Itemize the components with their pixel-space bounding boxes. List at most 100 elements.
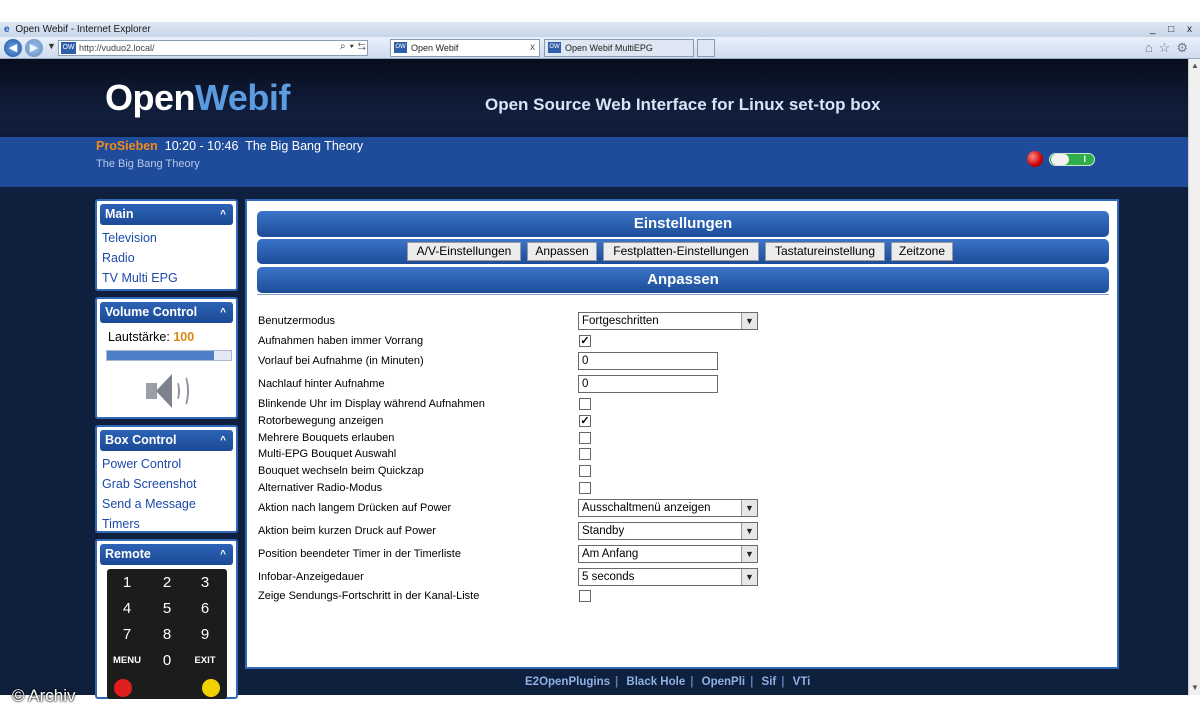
scroll-down-icon[interactable]: ▼ (1190, 683, 1200, 693)
remote-key-1[interactable]: 1 (109, 571, 145, 595)
power-long-select[interactable]: Ausschaltmenü anzeigen ▼ (578, 499, 758, 517)
address-tools[interactable]: ⌕▾⇆ (340, 41, 370, 52)
now-title: The Big Bang Theory (245, 139, 364, 153)
forward-icon[interactable]: ▶ (25, 39, 43, 57)
chevron-up-icon[interactable]: ^ (220, 430, 226, 451)
tab-festplatten[interactable]: Festplatten-Einstellungen (603, 242, 759, 261)
sidebar-item-tv-multi-epg[interactable]: TV Multi EPG (97, 268, 236, 288)
settings-tabs: A/V-Einstellungen Anpassen Festplatten-E… (257, 239, 1109, 264)
section-title: Anpassen (257, 267, 1109, 293)
browser-tab-1[interactable]: OW Open Webif x (390, 39, 540, 57)
box-title: Box Control (105, 433, 177, 447)
vorlauf-input[interactable]: 0 (578, 352, 718, 370)
speaker-icon[interactable] (143, 371, 191, 411)
remote-key-6[interactable]: 6 (187, 597, 223, 621)
window-controls[interactable]: _ □ x (1150, 22, 1197, 37)
sidebar-item-send-message[interactable]: Send a Message (97, 494, 236, 514)
browser-tab-2[interactable]: OW Open Webif MultiEPG (544, 39, 694, 57)
footer-link-black-hole[interactable]: Black Hole (626, 676, 685, 688)
sidebar-item-grab-screenshot[interactable]: Grab Screenshot (97, 474, 236, 494)
volume-box-header[interactable]: Volume Control ^ (100, 302, 233, 323)
timer-position-select[interactable]: Am Anfang ▼ (578, 545, 758, 563)
rotorbewegung-checkbox[interactable]: ✓ (579, 415, 591, 427)
remote-box: Remote ^ 1 2 3 4 5 6 7 8 9 MENU 0 EXIT (95, 539, 238, 699)
logo[interactable]: OpenWebif (105, 77, 290, 119)
browser-tools-icons[interactable]: ⌂☆⚙ (1145, 40, 1194, 56)
nachlauf-input[interactable]: 0 (578, 375, 718, 393)
scroll-up-icon[interactable]: ▲ (1190, 61, 1200, 71)
main-box-header[interactable]: Main ^ (100, 204, 233, 225)
chevron-down-icon[interactable]: ▼ (741, 500, 757, 516)
sendungs-fortschritt-checkbox[interactable] (579, 590, 591, 602)
browser-tab-label: Open Webif MultiEPG (565, 43, 653, 53)
toggle-mark: I (1083, 154, 1086, 164)
volume-label-text: Lautstärke: (108, 330, 170, 344)
chevron-down-icon[interactable]: ▼ (741, 569, 757, 585)
chevron-up-icon[interactable]: ^ (220, 204, 226, 225)
remote-key-7[interactable]: 7 (109, 623, 145, 647)
back-icon[interactable]: ◀ (4, 39, 22, 57)
chevron-down-icon[interactable]: ▼ (741, 546, 757, 562)
remote-key-9[interactable]: 9 (187, 623, 223, 647)
sidebar-item-timers[interactable]: Timers (97, 514, 236, 534)
sidebar-item-television[interactable]: Television (97, 228, 236, 248)
sidebar: Main ^ Television Radio TV Multi EPG Volu… (95, 199, 238, 699)
radio-modus-checkbox[interactable] (579, 482, 591, 494)
box-title: Volume Control (105, 305, 198, 319)
footer-link-openpli[interactable]: OpenPli (702, 676, 745, 688)
logo-text-webif: Webif (195, 77, 290, 118)
ie-logo-icon: e (4, 24, 10, 35)
tagline: Open Source Web Interface for Linux set-… (485, 95, 881, 114)
footer-link-e2openplugins[interactable]: E2OpenPlugins (525, 676, 610, 688)
infobar-duration-select[interactable]: 5 seconds ▼ (578, 568, 758, 586)
tab-anpassen[interactable]: Anpassen (527, 242, 597, 261)
address-bar[interactable]: OW http://vuduo2.local/ (58, 40, 368, 56)
settings-panel: Einstellungen A/V-Einstellungen Anpassen… (245, 199, 1119, 669)
setting-label: Mehrere Bouquets erlauben (258, 432, 395, 444)
remote-key-3[interactable]: 3 (187, 571, 223, 595)
box-control-header[interactable]: Box Control ^ (100, 430, 233, 451)
remote-key-5[interactable]: 5 (149, 597, 185, 621)
record-icon[interactable] (1027, 151, 1043, 167)
remote-key-2[interactable]: 2 (149, 571, 185, 595)
remote-key-exit[interactable]: EXIT (187, 649, 223, 673)
power-toggle[interactable]: I (1049, 153, 1095, 166)
benutzermodus-select[interactable]: Fortgeschritten ▼ (578, 312, 758, 330)
chevron-up-icon[interactable]: ^ (220, 544, 226, 565)
aufnahmen-vorrang-checkbox[interactable]: ✓ (579, 335, 591, 347)
remote-key-8[interactable]: 8 (149, 623, 185, 647)
power-short-select[interactable]: Standby ▼ (578, 522, 758, 540)
blinkende-uhr-checkbox[interactable] (579, 398, 591, 410)
tab-tastatur[interactable]: Tastatureinstellung (765, 242, 885, 261)
close-tab-icon[interactable]: x (530, 40, 535, 56)
volume-value: 100 (173, 330, 195, 344)
remote-yellow-button[interactable] (202, 679, 220, 697)
remote-key-menu[interactable]: MENU (109, 649, 145, 673)
remote-key-4[interactable]: 4 (109, 597, 145, 621)
tab-zeitzone[interactable]: Zeitzone (891, 242, 953, 261)
sidebar-item-power-control[interactable]: Power Control (97, 454, 236, 474)
remote-red-button[interactable] (114, 679, 132, 697)
chevron-up-icon[interactable]: ^ (220, 302, 226, 323)
sidebar-item-radio[interactable]: Radio (97, 248, 236, 268)
volume-slider[interactable] (106, 350, 232, 361)
history-dropdown-icon[interactable]: ▼ (47, 41, 56, 51)
mehrere-bouquets-checkbox[interactable] (579, 432, 591, 444)
page-scrollbar[interactable]: ▲ ▼ (1188, 59, 1200, 695)
footer-link-sif[interactable]: Sif (762, 676, 777, 688)
setting-label: Aktion beim kurzen Druck auf Power (258, 525, 436, 537)
channel-name[interactable]: ProSieben (96, 139, 158, 153)
tab-av-settings[interactable]: A/V-Einstellungen (407, 242, 521, 261)
favicon-icon: OW (548, 42, 561, 53)
new-tab-button[interactable] (697, 39, 715, 57)
toggle-knob (1051, 154, 1069, 165)
chevron-down-icon[interactable]: ▼ (741, 523, 757, 539)
remote-key-0[interactable]: 0 (149, 649, 185, 673)
browser-title-bar: e Open Webif - Internet Explorer _ □ x (0, 22, 1200, 37)
remote-box-header[interactable]: Remote ^ (100, 544, 233, 565)
multi-epg-checkbox[interactable] (579, 448, 591, 460)
bouquet-quickzap-checkbox[interactable] (579, 465, 591, 477)
footer-link-vti[interactable]: VTi (793, 676, 811, 688)
select-value: Fortgeschritten (582, 315, 659, 327)
chevron-down-icon[interactable]: ▼ (741, 313, 757, 329)
